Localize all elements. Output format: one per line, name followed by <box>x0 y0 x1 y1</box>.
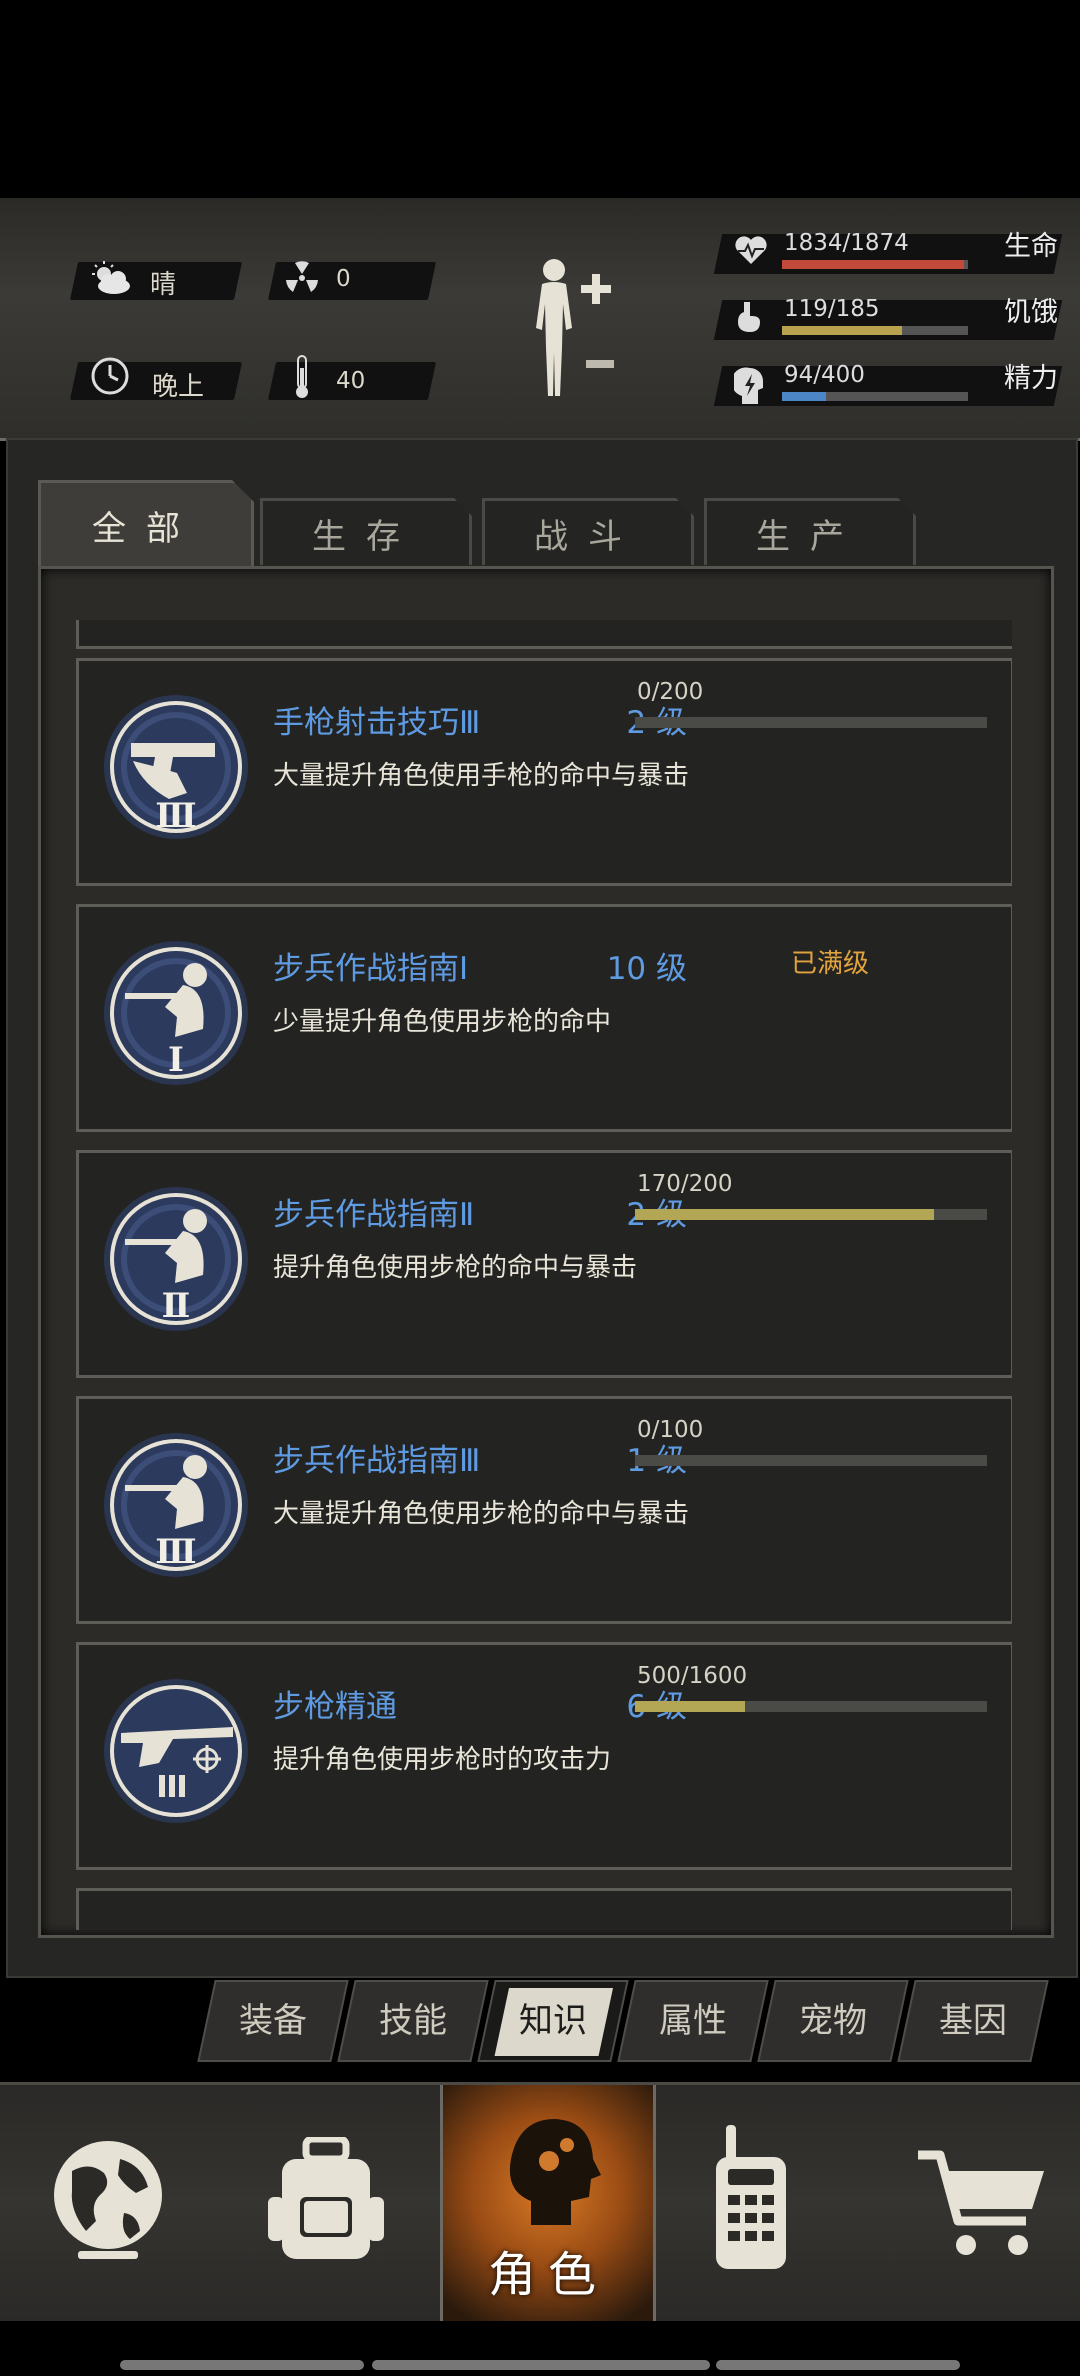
character-subtabs: 装备 技能 知识 属性 宠物 基因 <box>196 1980 1062 2062</box>
backpack-icon <box>268 2137 384 2259</box>
temperature-value: 40 <box>336 368 366 394</box>
rifle-mastery-badge-icon <box>104 1679 248 1823</box>
knowledge-panel: 全部 生存 战斗 生产 Ⅲ 手枪射击技巧Ⅲ 2 级 0/200 大量提升角色使用… <box>6 438 1078 1978</box>
health-stat: 1834/1874 生命 <box>713 228 1063 276</box>
nav-inventory[interactable] <box>218 2085 434 2321</box>
tab-combat[interactable]: 战斗 <box>482 498 694 565</box>
radiation-icon <box>286 261 318 292</box>
svg-text:Ⅰ: Ⅰ <box>168 1040 184 1080</box>
svg-text:Ⅱ: Ⅱ <box>162 1286 191 1326</box>
body-status-button[interactable] <box>520 256 624 406</box>
skill-item[interactable]: Ⅲ 步兵作战指南Ⅲ 1 级 0/100 大量提升角色使用步枪的命中与暴击 <box>76 1396 1012 1624</box>
nav-radio[interactable] <box>646 2085 862 2321</box>
subtab-knowledge[interactable]: 知识 <box>477 1980 629 2062</box>
svg-text:Ⅲ: Ⅲ <box>155 1532 196 1572</box>
nav-character[interactable]: 角色 <box>440 2085 656 2321</box>
skill-list[interactable]: Ⅲ 手枪射击技巧Ⅲ 2 级 0/200 大量提升角色使用手枪的命中与暴击 Ⅰ 步… <box>48 620 1012 1930</box>
hunger-stat: 119/185 饥饿 <box>713 294 1063 342</box>
tab-all[interactable]: 全部 <box>38 480 254 567</box>
progress-bar <box>635 1209 987 1220</box>
character-icon <box>509 2119 601 2225</box>
progress-bar <box>635 1455 987 1466</box>
rifleman-badge-icon: Ⅰ <box>104 941 248 1085</box>
nav-world[interactable] <box>0 2085 216 2321</box>
list-item-partial <box>76 620 1012 649</box>
bottom-nav: 角色 <box>0 2082 1080 2321</box>
radiation-value: 0 <box>336 266 351 292</box>
nav-shop[interactable] <box>864 2085 1080 2321</box>
home-indicator-left <box>120 2360 364 2370</box>
subtab-genes[interactable]: 基因 <box>897 1980 1049 2062</box>
tab-survival[interactable]: 生存 <box>260 498 472 565</box>
skill-item[interactable]: Ⅰ 步兵作战指南Ⅰ 10 级 已满级 少量提升角色使用步枪的命中 <box>76 904 1012 1132</box>
subtab-pets[interactable]: 宠物 <box>757 1980 909 2062</box>
home-indicator-right <box>716 2360 960 2370</box>
skill-item[interactable]: Ⅲ 手枪射击技巧Ⅲ 2 级 0/200 大量提升角色使用手枪的命中与暴击 <box>76 658 1012 886</box>
skill-item[interactable]: Ⅱ 步兵作战指南Ⅱ 2 级 170/200 提升角色使用步枪的命中与暴击 <box>76 1150 1012 1378</box>
heart-pulse-icon <box>735 236 767 264</box>
skill-item[interactable]: 步枪精通 6 级 500/1600 提升角色使用步枪时的攻击力 <box>76 1642 1012 1870</box>
subtab-attributes[interactable]: 属性 <box>617 1980 769 2062</box>
status-header: 晴 0 晚上 40 1834/1874 生命 119/185 饥饿 94/400… <box>0 198 1080 441</box>
max-level-label: 已满级 <box>791 949 870 979</box>
cart-icon <box>918 2150 1044 2255</box>
svg-text:Ⅲ: Ⅲ <box>155 796 196 836</box>
rifleman-badge-icon: Ⅱ <box>104 1187 248 1331</box>
energy-stat: 94/400 精力 <box>713 360 1063 408</box>
home-indicator-center <box>372 2360 710 2370</box>
progress-bar <box>635 717 987 728</box>
weather-cloud-sun-icon <box>92 261 130 294</box>
progress-bar <box>635 1701 987 1712</box>
globe-icon <box>54 2141 162 2259</box>
radio-icon <box>716 2125 786 2269</box>
tab-production[interactable]: 生产 <box>704 498 916 565</box>
clock-icon <box>91 357 129 395</box>
stomach-icon <box>738 302 760 332</box>
rifleman-badge-icon: Ⅲ <box>104 1433 248 1577</box>
energy-head-icon <box>734 367 763 404</box>
time-of-day-label: 晚上 <box>152 372 205 402</box>
weather-label: 晴 <box>150 270 177 300</box>
pistol-badge-icon: Ⅲ <box>104 695 248 839</box>
thermometer-icon <box>296 355 308 398</box>
subtab-equipment[interactable]: 装备 <box>197 1980 349 2062</box>
list-item-partial <box>76 1888 1012 1930</box>
subtab-skills[interactable]: 技能 <box>337 1980 489 2062</box>
